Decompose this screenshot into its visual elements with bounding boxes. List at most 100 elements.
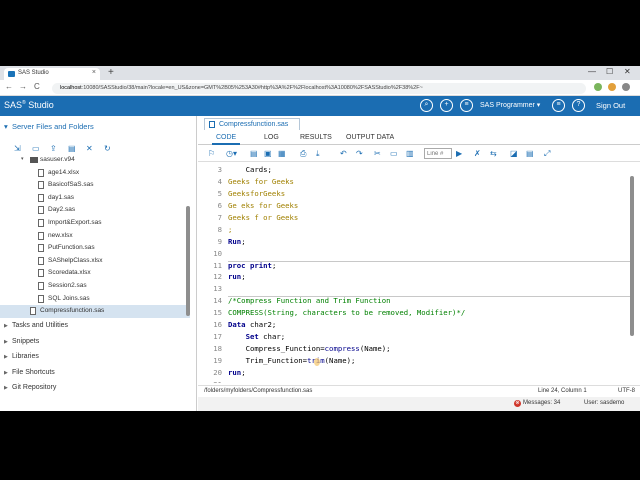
code-line[interactable]: 17 Set char; (198, 332, 630, 344)
forward-button[interactable]: → (19, 82, 27, 91)
tree-folder[interactable]: ▾ sasuser.v94 (0, 154, 190, 167)
tab-output-data[interactable]: OUTPUT DATA (346, 134, 394, 141)
copy-icon[interactable]: ▭ (390, 149, 398, 158)
code-line[interactable]: 18 Compress_Function=compress(Name); (198, 344, 630, 356)
code-line[interactable]: 8; (198, 225, 630, 237)
code-line[interactable]: 12 run; (198, 272, 630, 284)
navigation-scrollbar[interactable] (186, 206, 190, 316)
print-icon[interactable]: ⎙ (300, 149, 306, 159)
tree-file[interactable]: new.xlsx (0, 230, 190, 243)
sign-out-button[interactable]: Sign Out (596, 101, 625, 110)
line-text: proc print; (228, 260, 277, 270)
open-icon[interactable]: ≡ (460, 99, 473, 112)
new-tab-button[interactable]: + (108, 67, 114, 78)
tab-results[interactable]: RESULTS (300, 134, 332, 141)
tree-file[interactable]: SAShelpClass.xlsx (0, 255, 190, 268)
section-tasks-and-utilities[interactable]: ▶ Tasks and Utilities (4, 322, 68, 329)
back-button[interactable]: ← (5, 82, 13, 91)
close-tab-icon[interactable]: × (92, 69, 96, 76)
browser-tab[interactable]: SAS Studio × (4, 68, 100, 80)
run-icon[interactable]: ⚐ (208, 149, 215, 158)
tree-item-label: sasuser.v94 (40, 156, 75, 163)
code-line[interactable]: 5 GeeksforGeeks (198, 189, 630, 201)
url-bar[interactable]: localhost:10080/SASStudio/38/main?locale… (52, 83, 586, 94)
format-code-icon[interactable]: ✗ (474, 149, 481, 158)
code-line[interactable]: 19 Trim_Function=trim(Name); (198, 356, 630, 368)
code-line[interactable]: 11 proc print; (198, 260, 630, 273)
reload-button[interactable]: C (34, 82, 40, 91)
section-file-shortcuts[interactable]: ▶ File Shortcuts (4, 369, 55, 376)
tree-file[interactable]: Import&Export.sas (0, 217, 190, 230)
settings-icon[interactable]: ▤ (526, 149, 534, 158)
code-line[interactable]: 4 Geeks for Geeks (198, 177, 630, 189)
open-file-icon[interactable]: ▤ (250, 149, 258, 158)
maximize-view-icon[interactable]: ⤢ (544, 149, 550, 159)
file-tab-compressfunction[interactable]: Compressfunction.sas (204, 118, 300, 130)
code-line[interactable]: 9 Run; (198, 237, 630, 249)
save-icon[interactable]: ▣ (264, 149, 272, 158)
code-line[interactable]: 10 (198, 249, 630, 261)
code-line[interactable]: 16 Data char2; (198, 320, 630, 332)
chevron-down-icon[interactable]: ▾ (21, 156, 24, 162)
status-bar: ⊗ Messages: 34 User: sasdemo (198, 397, 640, 411)
line-number: 19 (213, 356, 222, 365)
undo-icon[interactable]: ↶ (340, 149, 347, 158)
new-icon[interactable]: ⇲ (14, 144, 32, 153)
editor-scrollbar[interactable] (630, 176, 634, 336)
tree-item-label: Day2.sas (48, 206, 76, 214)
messages-link[interactable]: ⊗ Messages: 34 (514, 400, 560, 407)
code-line[interactable]: 15 COMPRESS(String, characters to be remo… (198, 308, 630, 320)
section-libraries[interactable]: ▶ Libraries (4, 353, 39, 360)
tree-file[interactable]: Scoredata.xlsx (0, 267, 190, 280)
tab-log[interactable]: LOG (264, 134, 279, 141)
profile-icon[interactable] (622, 83, 630, 91)
redo-icon[interactable]: ↷ (356, 149, 363, 158)
code-line[interactable]: 20 run; (198, 368, 630, 380)
new-program-icon[interactable]: + (440, 99, 453, 112)
search-icon[interactable]: ⌕ (420, 99, 433, 112)
tree-file[interactable]: day1.sas (0, 192, 190, 205)
extension-icon[interactable] (594, 83, 602, 91)
line-text: Geeks f or Geeks (228, 212, 299, 222)
cut-icon[interactable]: ✂ (374, 149, 381, 158)
submit-icon[interactable]: ◪ (510, 149, 518, 158)
properties-icon[interactable]: ▤ (68, 144, 86, 153)
tree-file[interactable]: Compressfunction.sas (0, 305, 190, 318)
tree-file[interactable]: age14.xlsx (0, 167, 190, 180)
tree-file[interactable]: Session2.sas (0, 280, 190, 293)
code-editor[interactable]: 3 Cards; 4 Geeks for Geeks 5 GeeksforGeeks 6 G… (198, 165, 630, 383)
tab-code[interactable]: CODE (211, 134, 241, 145)
save-as-icon[interactable]: ▦ (278, 149, 286, 158)
minimize-button[interactable]: — (588, 67, 596, 76)
code-line[interactable]: 7 Geeks f or Geeks (198, 213, 630, 225)
line-number-input[interactable] (424, 148, 452, 159)
code-line[interactable]: 13 (198, 284, 630, 296)
more-application-options-icon[interactable]: ≡ (552, 99, 565, 112)
section-git-repository[interactable]: ▶ Git Repository (4, 384, 56, 391)
maximize-button[interactable]: ☐ (606, 67, 613, 76)
delete-icon[interactable]: ✕ (86, 144, 104, 153)
code-line[interactable]: 21 (198, 380, 630, 383)
code-line[interactable]: 3 Cards; (198, 165, 630, 177)
tree-file[interactable]: Day2.sas (0, 204, 190, 217)
help-icon[interactable]: ? (572, 99, 585, 112)
window-close-button[interactable]: ✕ (624, 67, 631, 76)
paste-icon[interactable]: ▥ (406, 149, 414, 158)
tree-file[interactable]: BasicofSaS.sas (0, 179, 190, 192)
refresh-icon[interactable]: ↻ (104, 144, 122, 153)
tree-item-label: Import&Export.sas (48, 218, 102, 226)
go-to-line-icon[interactable]: ▶ (456, 149, 462, 158)
new-folder-icon[interactable]: ▭ (32, 144, 50, 153)
code-line[interactable]: 14 /*Compress Function and Trim Function (198, 296, 630, 308)
tree-file[interactable]: SQL Joins.sas (0, 293, 190, 306)
server-files-header[interactable]: ▾ Server Files and Folders (4, 122, 94, 131)
download-icon[interactable]: ⤓ (316, 149, 320, 159)
perspective-menu[interactable]: SAS Programmer ▾ (480, 101, 540, 109)
find-replace-icon[interactable]: ⇆ (490, 149, 497, 158)
history-icon[interactable]: ◷▾ (226, 149, 237, 158)
tree-file[interactable]: PutFunction.sas (0, 242, 190, 255)
extension-icon[interactable] (608, 83, 616, 91)
upload-icon[interactable]: ⇪ (50, 144, 68, 153)
section-snippets[interactable]: ▶ Snippets (4, 338, 39, 345)
code-line[interactable]: 6 Ge eks for Geeks (198, 201, 630, 213)
